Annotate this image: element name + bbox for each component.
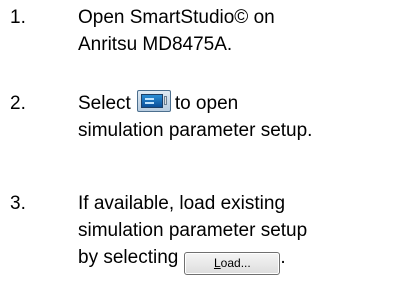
- step-text-line: simulation parameter setup.: [78, 120, 313, 141]
- step-number: 3.: [10, 193, 26, 214]
- step-text-line: simulation parameter setup: [78, 220, 308, 241]
- step-text-line: by selecting Load....: [78, 244, 398, 275]
- instruction-steps: 1. Open SmartStudio© on Anritsu MD8475A.…: [0, 0, 406, 304]
- load-button-image: Load...: [184, 252, 281, 275]
- step-text: Select to open simulation parameter setup…: [78, 90, 398, 144]
- load-button-label: Load...: [213, 256, 251, 270]
- step-text: If available, load existing simulation p…: [78, 190, 398, 275]
- step-text-fragment: to open: [174, 93, 239, 114]
- simulation-setup-icon: [136, 90, 171, 112]
- step-text-fragment: .: [280, 247, 286, 268]
- step-text-line: Open SmartStudio© on: [78, 7, 275, 28]
- step-text: Open SmartStudio© on Anritsu MD8475A.: [78, 4, 398, 58]
- step-number: 1.: [10, 7, 26, 28]
- step-number: 2.: [10, 93, 26, 114]
- step-text-line: If available, load existing: [78, 193, 286, 214]
- step-text-fragment: by selecting: [78, 247, 179, 268]
- load-button-hotkey: L: [213, 256, 221, 270]
- step-text-fragment: Select: [78, 93, 131, 114]
- step-text-line: Anritsu MD8475A.: [78, 34, 233, 55]
- step-text-line: Select to open: [78, 90, 398, 117]
